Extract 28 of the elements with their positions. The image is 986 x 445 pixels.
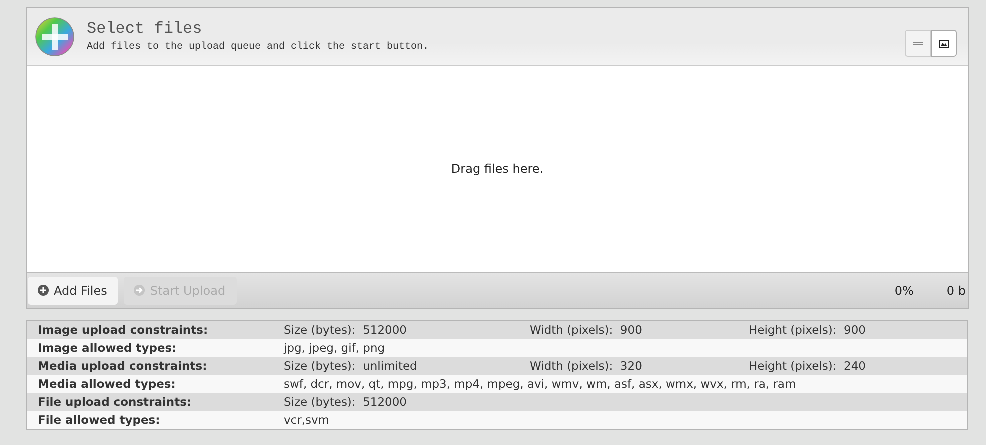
constraint-value: Height (pixels): 900: [749, 323, 866, 337]
progress-percent: 0%: [894, 284, 914, 298]
constraint-label: Media allowed types:: [37, 377, 177, 391]
constraint-label: File upload constraints:: [37, 395, 193, 409]
uploader-title: Select files: [87, 20, 204, 38]
constraint-label: Media upload constraints:: [37, 359, 208, 373]
add-icon: [35, 16, 75, 56]
constraint-value: swf, dcr, mov, qt, mpg, mp3, mp4, mpeg, avi, wmv, wm, asf, asx, wmx, wvx, rm, ra, ram: [284, 377, 796, 391]
uploader-instructions: Add files to the upload queue and click the start button.: [87, 42, 430, 53]
image-icon: [939, 40, 949, 48]
plus-icon: [38, 285, 49, 296]
constraint-value: vcr,svm: [284, 413, 330, 427]
constraint-label: Image upload constraints:: [37, 323, 210, 337]
constraint-value: Height (pixels): 240: [749, 359, 866, 373]
constraint-value: Size (bytes): 512000: [284, 323, 408, 337]
constraint-value: Width (pixels): 900: [530, 323, 644, 337]
constraint-value: Width (pixels): 320: [530, 359, 644, 373]
constraint-value: Size (bytes): unlimited: [284, 359, 418, 373]
total-size: 0 b: [946, 284, 966, 298]
arrow-icon: [134, 285, 146, 296]
constraint-value: jpg, jpeg, gif, png: [284, 341, 386, 355]
constraint-label: File allowed types:: [37, 413, 162, 427]
drop-hint: Drag files here.: [451, 162, 544, 176]
add-files-button[interactable]: Add Files: [28, 276, 118, 304]
constraint-value: Size (bytes): 512000: [284, 395, 408, 409]
thumbnail-view-button[interactable]: [931, 30, 957, 57]
list-icon: [913, 42, 923, 46]
constraint-label: Image allowed types:: [37, 341, 178, 355]
